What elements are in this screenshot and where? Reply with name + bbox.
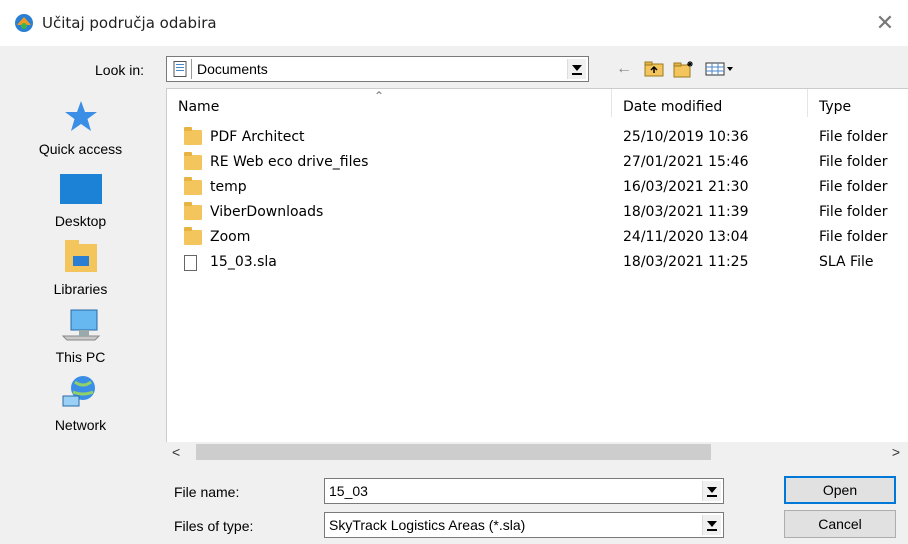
cancel-button[interactable]: Cancel (784, 510, 896, 538)
file-name: Zoom (210, 229, 251, 245)
app-icon (15, 14, 33, 32)
file-type-value: SkyTrack Logistics Areas (*.sla) (329, 517, 526, 533)
column-header-date[interactable]: Date modified (623, 99, 722, 115)
column-divider[interactable] (611, 89, 612, 117)
look-in-label: Look in: (95, 62, 145, 78)
libraries-icon (64, 240, 97, 272)
documents-icon (173, 61, 187, 77)
list-item[interactable]: PDF Architect 25/10/2019 10:36 File fold… (167, 126, 908, 150)
list-item[interactable]: RE Web eco drive_files 27/01/2021 15:46 … (167, 151, 908, 175)
file-name: temp (210, 179, 247, 195)
horizontal-scrollbar[interactable]: < > (166, 442, 908, 462)
file-type: File folder (819, 129, 888, 145)
column-header-name[interactable]: Name (178, 99, 219, 115)
list-item[interactable]: 15_03.sla 18/03/2021 11:25 SLA File (167, 251, 908, 275)
file-date: 24/11/2020 13:04 (623, 229, 749, 245)
file-list[interactable]: ⌃ Name Date modified Type PDF Architect … (166, 88, 908, 462)
file-date: 16/03/2021 21:30 (623, 179, 749, 195)
open-button[interactable]: Open (784, 476, 896, 504)
file-type: File folder (819, 179, 888, 195)
place-label: Desktop (54, 213, 107, 229)
places-bar: Quick access Desktop Libraries This PC N… (14, 90, 147, 468)
scroll-right-button[interactable]: > (892, 444, 900, 460)
file-date: 18/03/2021 11:25 (623, 254, 749, 270)
place-network[interactable]: Network (14, 374, 147, 433)
file-date: 27/01/2021 15:46 (623, 154, 749, 170)
file-name: ViberDownloads (210, 204, 324, 220)
folder-icon (184, 127, 202, 145)
place-libraries[interactable]: Libraries (14, 238, 147, 297)
place-label: Quick access (38, 141, 123, 157)
chevron-down-icon[interactable] (702, 481, 721, 501)
file-type: File folder (819, 154, 888, 170)
file-type-dropdown[interactable]: SkyTrack Logistics Areas (*.sla) (324, 512, 724, 538)
file-icon (184, 255, 197, 271)
look-in-value: Documents (197, 61, 268, 77)
file-name: 15_03.sla (210, 254, 277, 270)
scroll-thumb[interactable] (196, 444, 711, 460)
place-label: This PC (55, 349, 106, 365)
file-name: PDF Architect (210, 129, 305, 145)
file-type: File folder (819, 229, 888, 245)
column-divider[interactable] (807, 89, 808, 117)
file-name-value: 15_03 (329, 483, 368, 499)
file-type: SLA File (819, 254, 874, 270)
chevron-down-icon[interactable] (702, 515, 721, 535)
chevron-down-icon[interactable] (567, 59, 586, 79)
place-label: Libraries (53, 281, 108, 297)
list-item[interactable]: ViberDownloads 18/03/2021 11:39 File fol… (167, 201, 908, 225)
up-folder-icon (644, 61, 664, 77)
new-folder-icon (673, 61, 693, 78)
file-name-field[interactable]: 15_03 (324, 478, 724, 504)
list-item[interactable]: Zoom 24/11/2020 13:04 File folder (167, 226, 908, 250)
up-folder-button[interactable] (642, 58, 666, 80)
place-desktop[interactable]: Desktop (14, 172, 147, 229)
view-menu-button[interactable] (703, 58, 737, 80)
file-type-label: Files of type: (174, 518, 254, 534)
look-in-dropdown[interactable]: Documents (166, 56, 589, 82)
title-bar: Učitaj područja odabira ✕ (0, 0, 908, 46)
view-menu-icon (705, 62, 733, 76)
file-date: 25/10/2019 10:36 (623, 129, 749, 145)
star-icon (64, 101, 97, 131)
place-quick-access[interactable]: Quick access (14, 100, 147, 157)
network-icon (62, 376, 95, 407)
combo-separator (191, 59, 192, 79)
folder-icon (184, 152, 202, 170)
window-title: Učitaj područja odabira (42, 14, 217, 32)
list-item[interactable]: temp 16/03/2021 21:30 File folder (167, 176, 908, 200)
sort-ascending-icon: ⌃ (374, 89, 385, 103)
file-name-label: File name: (174, 484, 240, 500)
place-this-pc[interactable]: This PC (14, 306, 147, 365)
place-label: Network (54, 417, 107, 433)
desktop-icon (59, 174, 102, 204)
folder-icon (184, 202, 202, 220)
computer-icon (61, 309, 100, 341)
back-button[interactable]: ← (614, 58, 634, 80)
folder-icon (184, 227, 202, 245)
file-date: 18/03/2021 11:39 (623, 204, 749, 220)
file-type: File folder (819, 204, 888, 220)
file-name: RE Web eco drive_files (210, 154, 369, 170)
column-header-type[interactable]: Type (819, 99, 851, 115)
folder-icon (184, 177, 202, 195)
new-folder-button[interactable] (672, 58, 696, 80)
scroll-left-button[interactable]: < (172, 444, 180, 460)
close-button[interactable]: ✕ (870, 8, 900, 38)
